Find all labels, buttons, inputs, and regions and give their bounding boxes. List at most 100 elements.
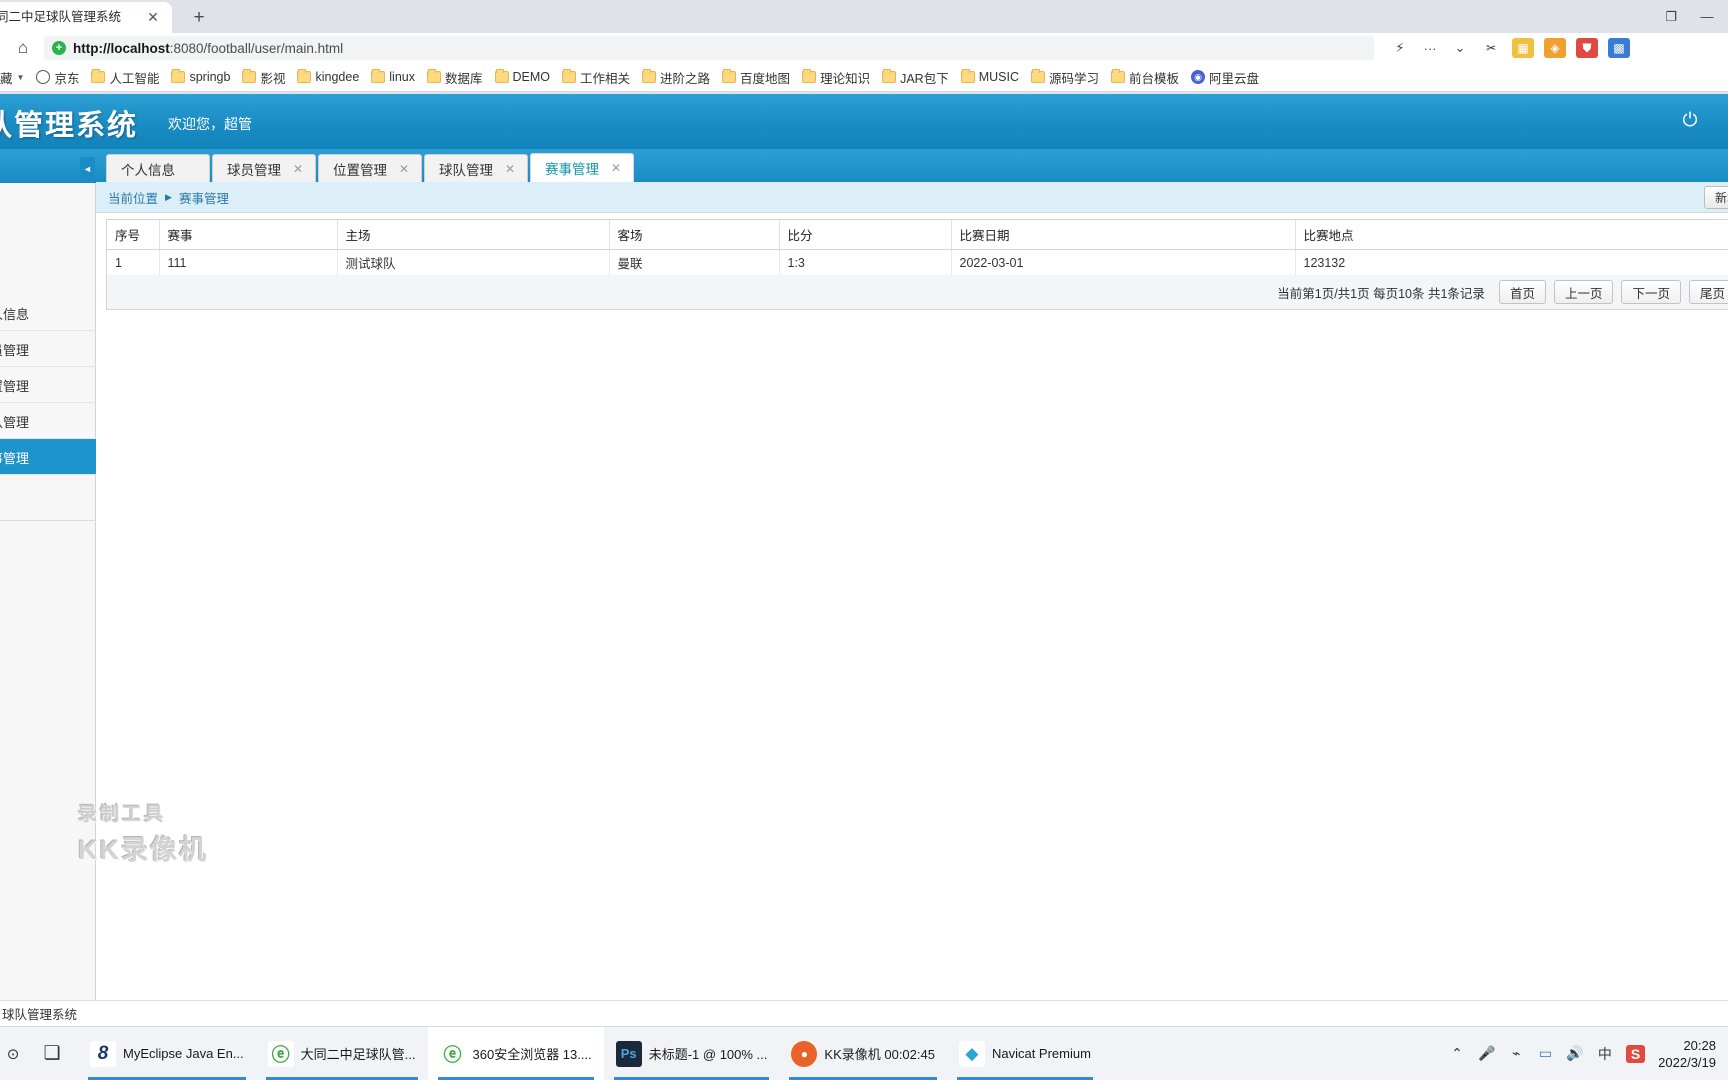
scissors-icon[interactable]: ✂ [1480, 38, 1502, 58]
chevron-up-icon[interactable]: ⌃ [1449, 1045, 1465, 1062]
tab-team-management[interactable]: 球队管理 ✕ [424, 154, 528, 182]
ime-language-icon[interactable]: 中 [1597, 1044, 1613, 1064]
column-header-match[interactable]: 赛事 [159, 220, 338, 250]
sidebar-item-matches[interactable]: 事管理 [0, 439, 96, 475]
watermark-subtitle: 录制工具 [78, 804, 167, 825]
taskbar-item-360-browser[interactable]: ⓔ 360安全浏览器 13.... [427, 1027, 604, 1080]
bookmark-item-advance[interactable]: 进阶之路 [636, 65, 716, 89]
bookmark-label: 京东 [54, 71, 80, 86]
browser-status-bar: 球队管理系统 [0, 1000, 1728, 1026]
close-icon[interactable]: ✕ [399, 162, 409, 176]
sidebar-collapse-button[interactable]: ◄ [80, 157, 95, 181]
breadcrumb: 当前位置 ▶ 赛事管理 新增 [96, 182, 1728, 213]
column-header-away[interactable]: 客场 [609, 220, 780, 250]
first-page-button[interactable]: 首页 [1498, 280, 1546, 304]
column-header-index[interactable]: 序号 [107, 220, 160, 250]
bookmark-label: 百度地图 [740, 71, 791, 86]
aliyun-icon: ◉ [1191, 70, 1206, 84]
sidebar-item-teams[interactable]: 队管理 [0, 403, 96, 439]
bookmark-item-jd[interactable]: 京东 [30, 65, 85, 89]
column-header-venue[interactable]: 比赛地点 [1295, 220, 1728, 250]
network-icon[interactable]: ⌁ [1508, 1045, 1524, 1062]
bookmark-item-music[interactable]: MUSIC [955, 65, 1025, 89]
taskbar-item-navicat[interactable]: ◆ Navicat Premium [947, 1027, 1103, 1080]
tab-label: 球员管理 [227, 162, 281, 178]
address-bar[interactable]: + http://localhost:8080/football/user/ma… [44, 36, 1374, 60]
cell-venue: 123132 [1295, 249, 1728, 277]
bookmark-item-kingdee[interactable]: kingdee [291, 65, 365, 89]
table-row[interactable]: 1 111 测试球队 曼联 1:3 2022-03-01 123132 [107, 249, 1728, 277]
start-button[interactable]: ⊙ [0, 1027, 26, 1080]
taskbar-item-photoshop[interactable]: Ps 未标题-1 @ 100% ... [604, 1027, 780, 1080]
close-icon[interactable]: ✕ [144, 9, 162, 27]
bookmark-item-db[interactable]: 数据库 [421, 65, 489, 89]
tab-player-management[interactable]: 球员管理 ✕ [212, 154, 316, 182]
bookmark-item-demo[interactable]: DEMO [489, 65, 557, 89]
bookmark-item[interactable]: 藏 ▼ [0, 65, 30, 89]
taskbar-item-kk-recorder[interactable]: ● KK录像机 00:02:45 [779, 1027, 947, 1080]
bookmark-item-source[interactable]: 源码学习 [1025, 65, 1105, 89]
bookmark-label: 源码学习 [1048, 71, 1099, 86]
sogou-input-icon[interactable]: S [1625, 1044, 1646, 1063]
next-page-button[interactable]: 下一页 [1621, 280, 1681, 304]
browser-tab[interactable]: 同二中足球队管理系统 ✕ [0, 2, 172, 33]
lightning-icon[interactable]: ⚡ [1390, 38, 1410, 58]
last-page-button[interactable]: 尾页 [1688, 280, 1728, 304]
add-match-button[interactable]: 新增 [1703, 186, 1728, 209]
bookmark-item-template[interactable]: 前台模板 [1105, 65, 1185, 89]
taskbar-item-label: MyEclipse Java En... [123, 1046, 244, 1061]
myeclipse-icon: 8 [90, 1040, 116, 1067]
bookmark-item-springb[interactable]: springb [165, 65, 236, 89]
match-table: 序号 赛事 主场 客场 比分 比赛日期 比赛地点 1 111 测试球队 曼联 1… [107, 220, 1728, 277]
column-header-date[interactable]: 比赛日期 [951, 220, 1296, 250]
tab-match-management[interactable]: 赛事管理 ✕ [530, 153, 634, 182]
bookmark-item-baidumap[interactable]: 百度地图 [716, 65, 796, 89]
close-icon[interactable]: ✕ [505, 162, 515, 176]
folder-icon [722, 69, 737, 83]
bookmark-item-jar[interactable]: JAR包下 [876, 65, 955, 89]
chevron-down-icon[interactable]: ⌄ [1450, 38, 1470, 58]
more-icon[interactable]: ··· [1420, 38, 1440, 58]
monitor-icon[interactable]: ▭ [1537, 1045, 1553, 1062]
home-icon[interactable]: ⌂ [8, 36, 38, 60]
gamepad-icon[interactable]: ⛊ [1576, 38, 1598, 58]
sidebar-item-label: 置管理 [0, 379, 30, 394]
volume-icon[interactable]: 🔊 [1566, 1045, 1583, 1062]
microphone-icon[interactable]: 🎤 [1478, 1045, 1495, 1062]
restore-window-icon[interactable]: ❐ [1654, 4, 1688, 30]
column-header-home[interactable]: 主场 [337, 220, 610, 250]
browser-e-icon: ⓔ [439, 1040, 466, 1067]
sidebar-item-players[interactable]: 员管理 [0, 331, 96, 367]
chevron-down-icon[interactable]: ▼ [17, 73, 25, 82]
sidebar-item-positions[interactable]: 置管理 [0, 367, 96, 403]
close-icon[interactable]: ✕ [293, 162, 303, 176]
shield-guard-icon[interactable]: ◈ [1544, 38, 1566, 58]
apps-icon[interactable]: ▩ [1608, 38, 1630, 58]
close-icon[interactable]: ✕ [611, 161, 621, 175]
bookmark-item-theory[interactable]: 理论知识 [796, 65, 876, 89]
taskbar-item-myeclipse[interactable]: 8 MyEclipse Java En... [78, 1027, 256, 1080]
chevron-right-icon: ▶ [165, 191, 172, 202]
pagination-info: 当前第1页/共1页 每页10条 共1条记录 [1277, 286, 1485, 301]
prev-page-button[interactable]: 上一页 [1553, 280, 1614, 304]
sidebar-item-personal[interactable]: 人信息 [0, 295, 96, 331]
taskbar-item-football-site[interactable]: ⓔ 大同二中足球队管... [256, 1027, 428, 1080]
bookmark-item-linux[interactable]: linux [365, 65, 421, 89]
minimize-window-icon[interactable]: — [1690, 4, 1724, 30]
task-view-button[interactable]: ❏ [26, 1027, 78, 1080]
cell-match: 111 [159, 249, 338, 277]
grid-icon[interactable]: ▦ [1512, 38, 1534, 58]
column-header-score[interactable]: 比分 [779, 220, 952, 250]
tab-personal-info[interactable]: 个人信息 [106, 154, 210, 182]
bookmark-item-ys[interactable]: 影视 [236, 65, 291, 89]
folder-icon [1111, 69, 1125, 83]
welcome-text: 欢迎您，超管 [168, 116, 252, 132]
bookmark-item-aliyun[interactable]: ◉ 阿里云盘 [1185, 65, 1265, 89]
bookmark-label: DEMO [512, 70, 551, 84]
bookmark-item-ai[interactable]: 人工智能 [85, 65, 165, 89]
taskbar-clock[interactable]: 20:28 2022/3/19 [1658, 1037, 1720, 1071]
logout-power-icon[interactable]: ⏻ [1678, 109, 1702, 133]
tab-position-management[interactable]: 位置管理 ✕ [318, 154, 422, 182]
new-tab-button[interactable]: + [185, 5, 213, 31]
bookmark-item-work[interactable]: 工作相关 [556, 65, 636, 89]
